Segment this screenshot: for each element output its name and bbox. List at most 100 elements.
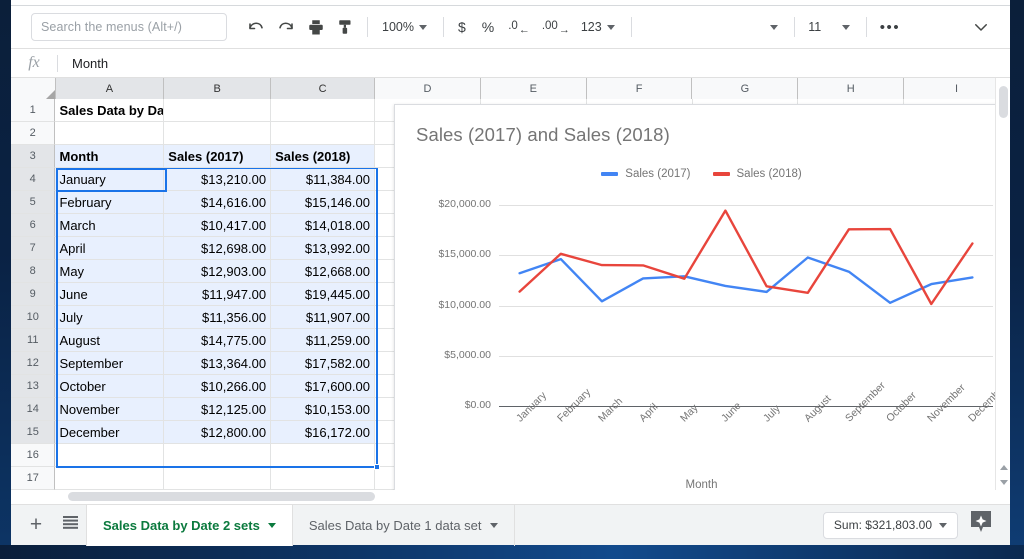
cell-A15[interactable]: December	[55, 421, 165, 444]
select-all-corner[interactable]	[11, 78, 56, 99]
cell-A5[interactable]: February	[55, 191, 165, 214]
cell-B13[interactable]: $10,266.00	[164, 375, 272, 398]
cell-C4[interactable]: $11,384.00	[271, 168, 375, 191]
decrease-decimal-button[interactable]: .0 ←	[502, 21, 536, 36]
cell-A3[interactable]: Month	[55, 145, 165, 168]
column-header-B[interactable]: B	[164, 78, 272, 99]
row-header-7[interactable]: 7	[11, 237, 56, 260]
cell-C12[interactable]: $17,582.00	[271, 352, 375, 375]
cell-C9[interactable]: $19,445.00	[271, 283, 375, 306]
cell-C16[interactable]	[271, 444, 375, 467]
cell-B2[interactable]	[164, 122, 272, 145]
paint-format-button[interactable]	[331, 12, 361, 42]
cell-A13[interactable]: October	[55, 375, 165, 398]
cell-A9[interactable]: June	[55, 283, 165, 306]
cell-A10[interactable]: July	[55, 306, 165, 329]
print-button[interactable]	[301, 12, 331, 42]
collapse-toolbar-button[interactable]	[966, 12, 996, 42]
cell-C17[interactable]	[271, 467, 375, 490]
cell-C14[interactable]: $10,153.00	[271, 398, 375, 421]
chevron-down-icon[interactable]	[267, 522, 276, 528]
cell-B9[interactable]: $11,947.00	[164, 283, 272, 306]
zoom-selector[interactable]: 100%	[374, 13, 437, 41]
search-menus-input[interactable]: Search the menus (Alt+/)	[31, 13, 227, 41]
row-header-5[interactable]: 5	[11, 191, 56, 214]
cell-A11[interactable]: August	[55, 329, 165, 352]
sheet-tab-sales-data-2-sets[interactable]: Sales Data by Date 2 sets	[86, 504, 293, 546]
cell-B15[interactable]: $12,800.00	[164, 421, 272, 444]
cell-B14[interactable]: $12,125.00	[164, 398, 272, 421]
cell-A4[interactable]: January	[55, 168, 165, 191]
column-header-F[interactable]: F	[586, 78, 693, 99]
row-header-4[interactable]: 4	[11, 168, 56, 191]
row-header-3[interactable]: 3	[11, 145, 56, 168]
horizontal-scrollbar-thumb[interactable]	[68, 492, 375, 501]
chart-object[interactable]: Sales (2017) and Sales (2018) Sales (201…	[394, 104, 1007, 490]
row-header-11[interactable]: 11	[11, 329, 56, 352]
column-header-G[interactable]: G	[692, 78, 799, 99]
cell-C7[interactable]: $13,992.00	[271, 237, 375, 260]
column-header-A[interactable]: A	[55, 78, 165, 99]
cell-A14[interactable]: November	[55, 398, 165, 421]
cell-B12[interactable]: $13,364.00	[164, 352, 272, 375]
vertical-scrollbar[interactable]	[995, 78, 1010, 490]
cell-A12[interactable]: September	[55, 352, 165, 375]
cell-A17[interactable]	[55, 467, 165, 490]
cell-C5[interactable]: $15,146.00	[271, 191, 375, 214]
formula-input[interactable]: Month	[72, 56, 108, 71]
cell-C11[interactable]: $11,259.00	[271, 329, 375, 352]
cell-C2[interactable]	[271, 122, 375, 145]
percent-format-button[interactable]: %	[474, 19, 502, 35]
column-header-H[interactable]: H	[798, 78, 905, 99]
column-header-D[interactable]: D	[375, 78, 481, 99]
row-header-10[interactable]: 10	[11, 306, 56, 329]
explore-button[interactable]	[968, 511, 994, 539]
cell-B6[interactable]: $10,417.00	[164, 214, 272, 237]
cell-A2[interactable]	[55, 122, 165, 145]
cell-B1[interactable]	[164, 99, 272, 122]
row-header-1[interactable]: 1	[11, 99, 56, 122]
cell-B17[interactable]	[164, 467, 272, 490]
status-sum-badge[interactable]: Sum: $321,803.00	[822, 511, 958, 539]
cell-C13[interactable]: $17,600.00	[271, 375, 375, 398]
currency-format-button[interactable]: $	[450, 19, 474, 35]
cell-B16[interactable]	[164, 444, 272, 467]
column-header-E[interactable]: E	[480, 78, 587, 99]
cell-A7[interactable]: April	[55, 237, 165, 260]
column-header-C[interactable]: C	[271, 78, 375, 99]
cell-A1[interactable]: Sales Data by Date	[55, 99, 165, 122]
row-header-12[interactable]: 12	[11, 352, 56, 375]
row-header-15[interactable]: 15	[11, 421, 56, 444]
chevron-down-icon[interactable]	[489, 522, 498, 528]
undo-button[interactable]	[241, 12, 271, 42]
horizontal-scrollbar[interactable]	[56, 490, 995, 504]
cell-B3[interactable]: Sales (2017)	[164, 145, 272, 168]
row-header-16[interactable]: 16	[11, 444, 56, 467]
cell-C1[interactable]	[271, 99, 375, 122]
redo-button[interactable]	[271, 12, 301, 42]
row-header-9[interactable]: 9	[11, 283, 56, 306]
font-size-selector[interactable]: 11	[801, 13, 860, 41]
row-header-6[interactable]: 6	[11, 214, 56, 237]
row-header-14[interactable]: 14	[11, 398, 56, 421]
cell-B4[interactable]: $13,210.00	[164, 168, 272, 191]
font-family-selector[interactable]	[638, 13, 788, 41]
more-options-button[interactable]: •••	[873, 19, 908, 36]
cell-C8[interactable]: $12,668.00	[271, 260, 375, 283]
cell-B11[interactable]: $14,775.00	[164, 329, 272, 352]
number-format-selector[interactable]: 123	[576, 13, 625, 41]
row-header-13[interactable]: 13	[11, 375, 56, 398]
vertical-scrollbar-thumb[interactable]	[999, 86, 1008, 118]
scroll-up-button[interactable]	[997, 461, 1010, 474]
cell-C15[interactable]: $16,172.00	[271, 421, 375, 444]
scroll-down-button[interactable]	[997, 475, 1010, 488]
row-header-2[interactable]: 2	[11, 122, 56, 145]
cell-A8[interactable]: May	[55, 260, 165, 283]
row-header-8[interactable]: 8	[11, 260, 56, 283]
cell-B8[interactable]: $12,903.00	[164, 260, 272, 283]
cell-A16[interactable]	[55, 444, 165, 467]
cell-B7[interactable]: $12,698.00	[164, 237, 272, 260]
all-sheets-button[interactable]	[53, 505, 87, 546]
cell-B10[interactable]: $11,356.00	[164, 306, 272, 329]
cell-A6[interactable]: March	[55, 214, 165, 237]
